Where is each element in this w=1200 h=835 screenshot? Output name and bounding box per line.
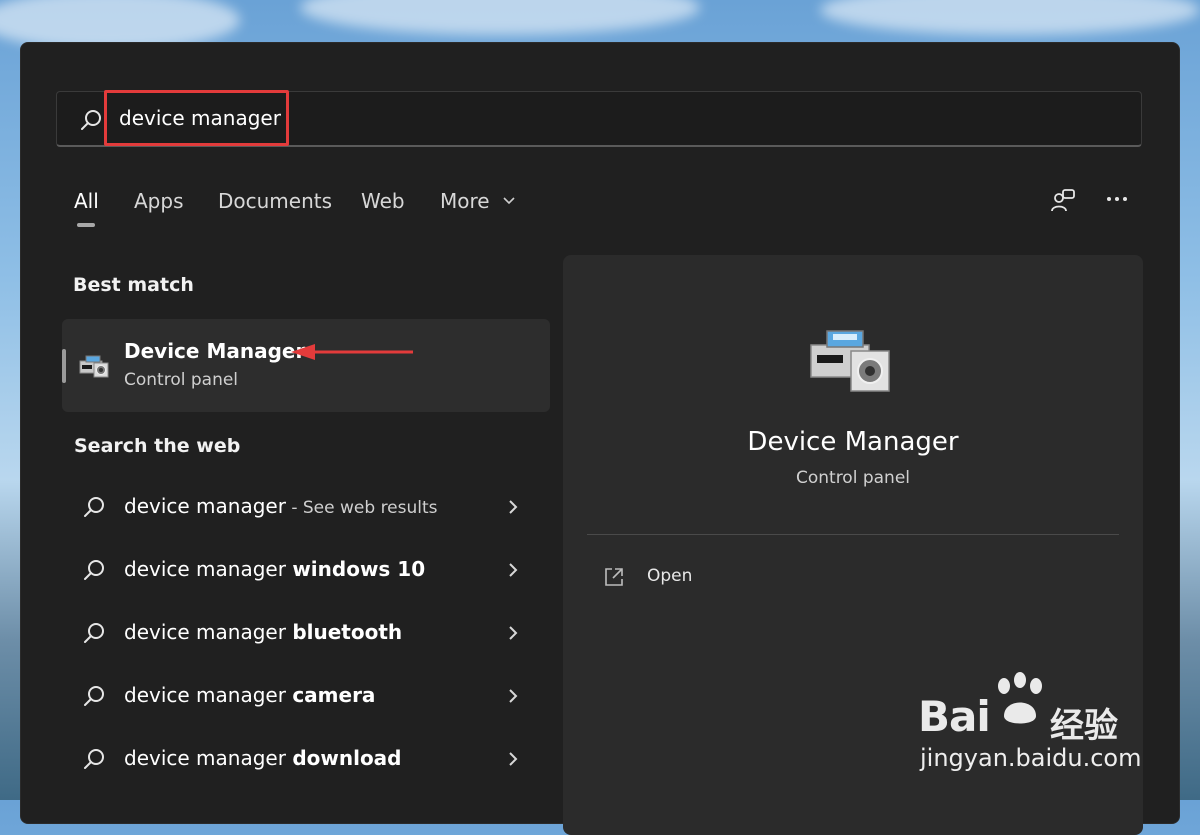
best-match-item[interactable]: Device Manager Control panel [62,319,550,412]
highlight-box [104,90,289,146]
web-result-suggestion: bluetooth [292,620,403,644]
preview-title: Device Manager [747,427,959,457]
tab-all[interactable]: All [74,189,99,213]
chevron-right-icon [509,752,518,766]
preview-divider [587,534,1119,535]
web-result-text: device manager download [124,746,402,770]
search-web-heading: Search the web [74,435,241,457]
watermark-brand: Bai [918,692,991,741]
web-result-query: device manager [124,557,293,581]
preview-subtitle: Control panel [795,468,911,488]
tab-web[interactable]: Web [361,189,405,213]
feedback-icon[interactable] [1049,187,1077,215]
best-match-heading: Best match [73,274,194,296]
best-match-subtitle: Control panel [124,370,239,390]
chevron-right-icon [509,563,518,577]
web-result-suggestion: camera [292,683,376,707]
selection-accent [62,349,66,383]
search-icon [84,497,104,517]
tab-documents[interactable]: Documents [218,189,332,213]
search-icon [84,749,104,769]
baidu-watermark: Bai 经验 jingyan.baidu.com [918,672,1148,782]
watermark-cn: 经验 [1050,706,1118,746]
tab-indicator [77,223,95,227]
web-result-suggestion: windows 10 [292,557,426,581]
web-result-query: device manager [124,620,293,644]
web-result-suggestion: download [292,746,402,770]
open-action[interactable]: Open [603,563,803,593]
chevron-right-icon [509,626,518,640]
open-label: Open [647,566,693,586]
best-match-title: Device Manager [124,339,306,363]
wallpaper-cloud [820,0,1200,35]
tab-more-label: More [440,189,490,213]
web-result-query: device manager [124,683,293,707]
web-result-query: device manager [124,746,293,770]
open-external-icon [605,568,623,586]
web-result-text: device manager camera [124,683,375,707]
web-result-item[interactable]: device manager windows 10 [62,542,550,598]
chevron-right-icon [509,689,518,703]
wallpaper-cloud [300,0,700,35]
web-result-item[interactable]: device manager download [62,731,550,787]
search-icon [84,560,104,580]
web-result-item[interactable]: device manager camera [62,668,550,724]
watermark-url: jingyan.baidu.com [920,744,1142,772]
web-result-query: device manager [124,494,286,518]
device-manager-large-icon [810,330,890,392]
more-options-icon[interactable] [1103,187,1131,215]
search-icon [84,686,104,706]
chevron-down-icon [503,197,515,205]
chevron-right-icon [509,500,518,514]
web-result-text: device manager windows 10 [124,557,425,581]
annotation-arrow [291,344,413,360]
tab-apps[interactable]: Apps [134,189,184,213]
web-result-hint: - See web results [285,498,438,518]
web-result-item[interactable]: device manager - See web results [62,479,550,535]
web-result-text: device manager - See web results [124,494,438,518]
paw-logo-icon [998,672,1042,724]
device-manager-icon [79,355,109,378]
search-icon [84,623,104,643]
search-icon [81,110,101,130]
tab-more[interactable]: More [440,189,516,213]
web-result-text: device manager bluetooth [124,620,402,644]
web-result-item[interactable]: device manager bluetooth [62,605,550,661]
